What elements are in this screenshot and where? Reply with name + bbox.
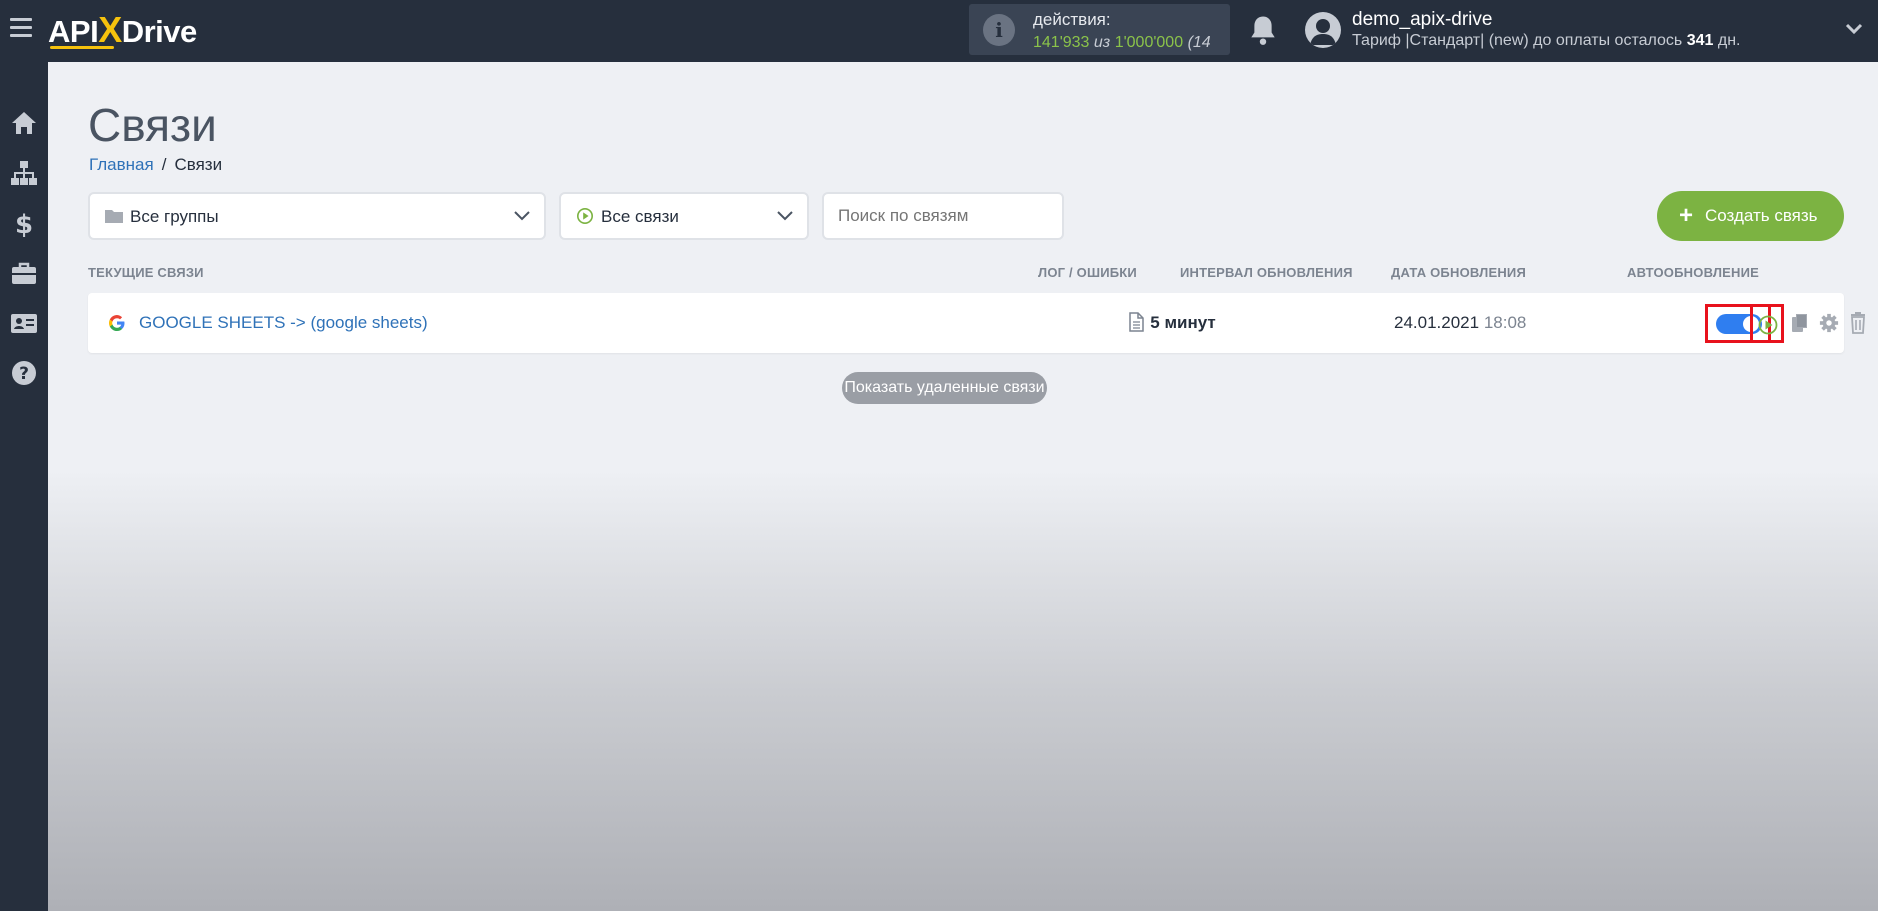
breadcrumb: Главная / Связи (89, 155, 222, 175)
breadcrumb-current: Связи (174, 155, 223, 174)
user-icon (1310, 19, 1336, 45)
briefcase-icon[interactable] (9, 258, 39, 288)
dollar-icon[interactable]: $ (9, 208, 39, 238)
chevron-down-icon (514, 211, 530, 221)
run-highlight (1750, 304, 1784, 343)
connections-select-value: Все связи (601, 207, 679, 226)
page-title: Связи (88, 99, 217, 151)
user-name[interactable]: demo_apix-drive (1352, 9, 1492, 31)
play-circle-icon[interactable] (1758, 315, 1778, 335)
info-icon: i (983, 14, 1015, 46)
breadcrumb-separator: / (161, 155, 167, 174)
connections-select[interactable]: Все связи (559, 192, 809, 240)
main-content: Связи Главная / Связи Все группы Все связи… (48, 62, 1878, 911)
actions-label: действия: (1033, 10, 1111, 29)
play-circle-icon (576, 207, 594, 225)
connection-name-link[interactable]: GOOGLE SHEETS -> (google sheets) (139, 313, 428, 333)
google-icon (109, 315, 125, 331)
logo-x: X (98, 9, 122, 50)
gear-icon[interactable] (1819, 312, 1839, 334)
show-deleted-button[interactable]: Показать удаленные связи (842, 372, 1047, 404)
update-date: 24.01.2021 18:08 (1394, 313, 1527, 332)
create-connection-button[interactable]: + Создать связь (1657, 191, 1844, 241)
folder-icon (105, 210, 123, 223)
groups-select[interactable]: Все группы (88, 192, 546, 240)
header-auto: АВТООБНОВЛЕНИЕ (1627, 265, 1760, 280)
header-interval: ИНТЕРВАЛ ОБНОВЛЕНИЯ (1180, 265, 1353, 280)
copy-icon[interactable] (1790, 312, 1810, 334)
groups-select-value: Все группы (130, 207, 219, 226)
logo[interactable]: APIXDrive (48, 10, 197, 50)
id-card-icon[interactable] (9, 308, 39, 338)
user-plan: Тариф |Стандарт| (new) до оплаты осталос… (1352, 32, 1741, 49)
logo-part2: Drive (121, 14, 198, 49)
header-log: ЛОГ / ОШИБКИ (1038, 265, 1137, 280)
sitemap-icon[interactable] (9, 158, 39, 188)
svg-text:?: ? (19, 364, 29, 384)
sidebar: $ ? (0, 62, 48, 911)
trash-icon[interactable] (1848, 312, 1868, 334)
create-connection-label: Создать связь (1705, 206, 1818, 225)
home-icon[interactable] (9, 108, 39, 138)
avatar[interactable] (1305, 12, 1341, 48)
svg-text:$: $ (15, 210, 33, 238)
update-interval: 5 минут (1150, 313, 1216, 332)
search-input[interactable] (822, 192, 1064, 240)
menu-icon[interactable] (10, 18, 32, 38)
actions-value: 141'933 из 1'000'000 (14 (1033, 34, 1211, 51)
help-icon[interactable]: ? (9, 358, 39, 388)
chevron-down-icon (777, 211, 793, 221)
chevron-down-icon[interactable] (1845, 22, 1863, 36)
header-current: ТЕКУЩИЕ СВЯЗИ (88, 265, 204, 280)
actions-counter[interactable]: i действия: 141'933 из 1'000'000 (14 (969, 4, 1230, 55)
table-row: GOOGLE SHEETS -> (google sheets) 5 минут… (88, 293, 1865, 353)
plus-icon: + (1679, 202, 1694, 229)
bell-icon[interactable] (1248, 14, 1278, 46)
top-bar: APIXDrive i действия: 141'933 из 1'000'0… (0, 0, 1878, 62)
header-date: ДАТА ОБНОВЛЕНИЯ (1391, 265, 1527, 280)
breadcrumb-home[interactable]: Главная (89, 155, 154, 174)
logo-part1: API (48, 14, 99, 49)
